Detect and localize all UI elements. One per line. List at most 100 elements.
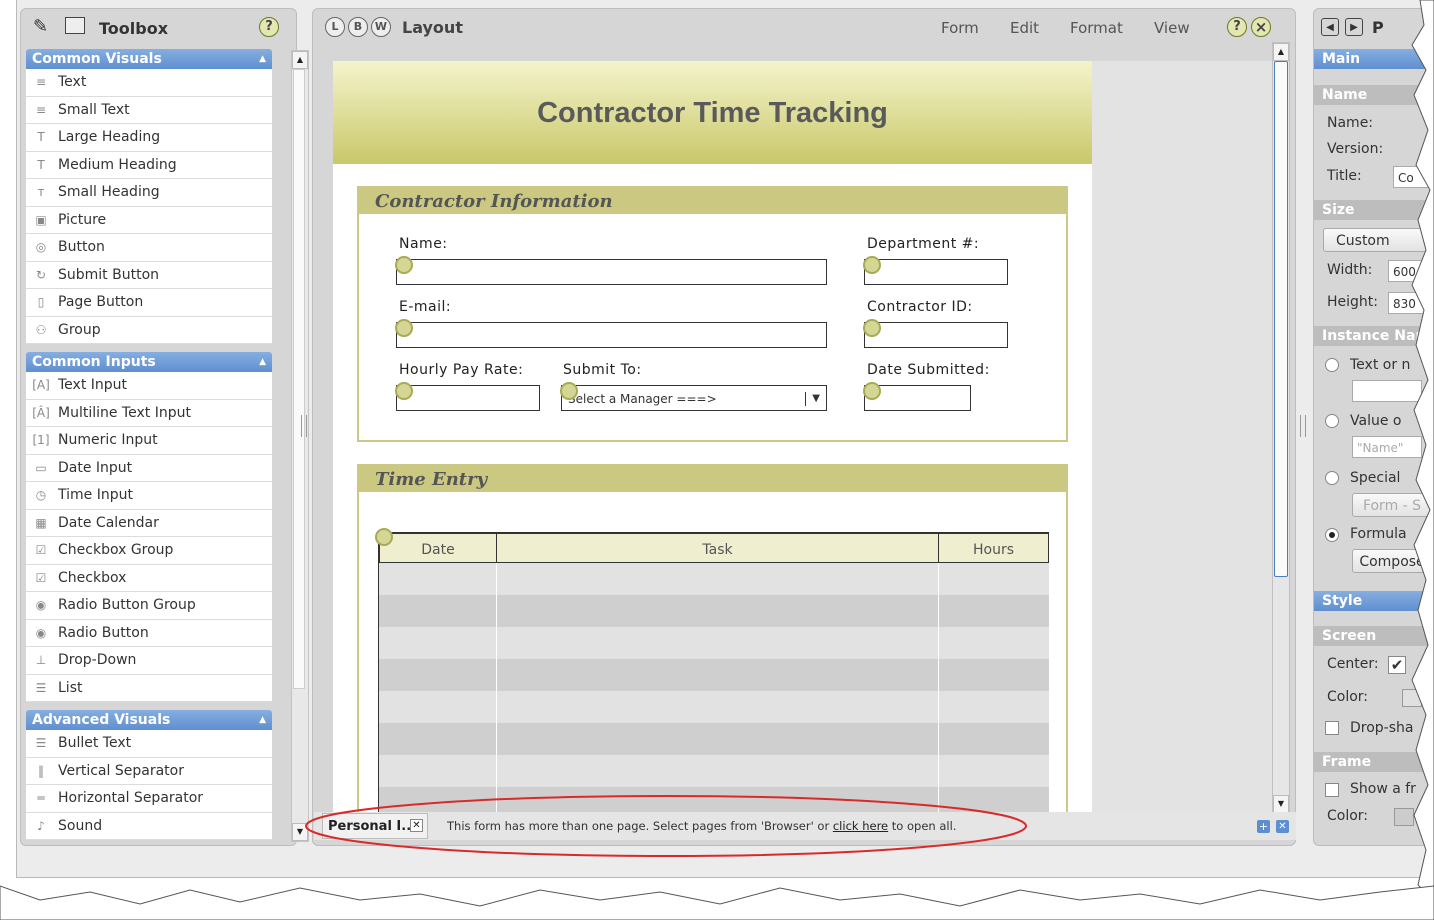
email-input[interactable] — [396, 322, 827, 348]
toolbox-item[interactable]: [Â] Multiline Text Input — [26, 399, 272, 427]
horizontal-separator-icon: ═ — [37, 791, 45, 806]
menu-view[interactable]: View — [1154, 19, 1190, 37]
toolbox-item[interactable]: т Small Heading — [26, 179, 272, 207]
remove-page-icon[interactable]: ✕ — [1276, 820, 1289, 833]
toolbox-scrollbar[interactable]: ▲ ▼ — [291, 50, 309, 842]
splitter-left[interactable] — [301, 415, 307, 437]
toolbox-item[interactable]: [A] Text Input — [26, 372, 272, 400]
toolbox-item[interactable]: ‖ Vertical Separator — [26, 757, 272, 785]
toolbox-item[interactable]: ☰ Bullet Text — [26, 730, 272, 758]
layout-view-w-button[interactable]: W — [371, 17, 391, 37]
add-page-icon[interactable]: + — [1257, 820, 1270, 833]
collapse-arrow-icon[interactable]: ▲ — [259, 352, 266, 372]
lock-icon[interactable] — [863, 382, 881, 400]
scroll-up-icon[interactable]: ▲ — [292, 51, 308, 69]
submit-to-dropdown[interactable]: Select a Manager ===> ▼ — [561, 385, 827, 411]
toolbox-item[interactable]: ☑ Checkbox — [26, 564, 272, 592]
toolbox-item[interactable]: ◉ Radio Button Group — [26, 592, 272, 620]
drop-shadow-checkbox[interactable] — [1325, 721, 1339, 735]
toolbox-item[interactable]: ◷ Time Input — [26, 482, 272, 510]
table-row[interactable] — [379, 563, 1049, 595]
toolbox-item-label: Bullet Text — [58, 735, 132, 752]
table-row[interactable] — [379, 659, 1049, 691]
toolbox-item-label: Small Text — [58, 101, 130, 118]
toolbox-help-icon[interactable]: ? — [259, 17, 279, 37]
toolbox-item[interactable]: ☑ Checkbox Group — [26, 537, 272, 565]
toolbox-item-label: Large Heading — [58, 129, 161, 146]
lock-icon[interactable] — [863, 256, 881, 274]
radio-special[interactable] — [1325, 471, 1339, 485]
email-label: E-mail: — [399, 299, 452, 315]
toolbox-item[interactable]: ◉ Radio Button — [26, 619, 272, 647]
back-icon[interactable]: ◀ — [1321, 18, 1339, 36]
layout-scroll-thumb[interactable] — [1274, 61, 1288, 577]
layout-close-icon[interactable]: × — [1251, 17, 1271, 37]
table-row[interactable] — [379, 595, 1049, 627]
scroll-down-icon[interactable]: ▼ — [1273, 795, 1289, 813]
menu-edit[interactable]: Edit — [1010, 19, 1039, 37]
menu-form[interactable]: Form — [941, 19, 979, 37]
collapse-arrow-icon[interactable]: ▲ — [259, 710, 266, 730]
lock-icon[interactable] — [395, 256, 413, 274]
splitter-right[interactable] — [1300, 415, 1306, 437]
lock-icon[interactable] — [395, 382, 413, 400]
prop-name-label: Name: — [1327, 115, 1374, 131]
lock-icon[interactable] — [560, 382, 578, 400]
toolbox-item[interactable]: ↻ Submit Button — [26, 261, 272, 289]
toolbox-item[interactable]: ♪ Sound — [26, 812, 272, 840]
layout-view-b-button[interactable]: B — [348, 17, 368, 37]
table-row[interactable] — [379, 723, 1049, 755]
contractor-section[interactable]: Contractor Information Name: Department … — [357, 186, 1068, 442]
layout-view-l-button[interactable]: L — [325, 17, 345, 37]
toolbox-category[interactable]: Common Inputs ▲ — [26, 352, 272, 372]
chevron-down-icon[interactable]: ▼ — [805, 392, 820, 406]
show-frame-checkbox[interactable] — [1325, 783, 1339, 797]
toolbox-item[interactable]: ≡ Text — [26, 69, 272, 97]
toolbox-item[interactable]: ⊥ Drop-Down — [26, 647, 272, 675]
toolbox-item[interactable]: ▭ Date Input — [26, 454, 272, 482]
toolbox-item-label: Small Heading — [58, 184, 160, 201]
collapse-arrow-icon[interactable]: ▲ — [259, 49, 266, 69]
toolbox-item[interactable]: [1] Numeric Input — [26, 427, 272, 455]
toolbox-item[interactable]: ▣ Picture — [26, 206, 272, 234]
lock-icon[interactable] — [395, 319, 413, 337]
toolbox-item[interactable]: ⚇ Group — [26, 316, 272, 344]
scroll-up-icon[interactable]: ▲ — [1273, 43, 1289, 61]
layout-scrollbar[interactable]: ▲ ▼ — [1272, 42, 1290, 813]
toolbox-item[interactable]: T Large Heading — [26, 124, 272, 152]
toolbox-scroll-thumb[interactable] — [293, 69, 305, 689]
radio-value[interactable] — [1325, 414, 1339, 428]
toolbox-item[interactable]: ▦ Date Calendar — [26, 509, 272, 537]
toolbox-item[interactable]: ▯ Page Button — [26, 289, 272, 317]
toolbox-tools-icon[interactable]: ✎ — [33, 16, 48, 37]
department-input[interactable] — [864, 259, 1008, 285]
toolbox-item[interactable]: T Medium Heading — [26, 151, 272, 179]
form-banner: Contractor Time Tracking — [333, 61, 1092, 164]
time-entry-table[interactable]: Date Task Hours — [378, 532, 1049, 813]
toolbox-item[interactable]: ≡ Small Text — [26, 96, 272, 124]
time-entry-section[interactable]: Time Entry Date Task Hours — [357, 464, 1068, 813]
table-row[interactable] — [379, 755, 1049, 787]
forward-icon[interactable]: ▶ — [1345, 18, 1363, 36]
table-row[interactable] — [379, 691, 1049, 723]
toolbox-item[interactable]: ◎ Button — [26, 234, 272, 262]
hourly-rate-input[interactable] — [396, 385, 540, 411]
toolbox-item[interactable]: ☰ List — [26, 674, 272, 702]
lock-icon[interactable] — [863, 319, 881, 337]
radio-formula[interactable] — [1325, 528, 1339, 542]
lock-icon[interactable] — [375, 528, 393, 546]
toolbox-item[interactable]: ═ Horizontal Separator — [26, 785, 272, 813]
layout-help-icon[interactable]: ? — [1227, 17, 1247, 37]
toolbox-item-label: Checkbox Group — [58, 542, 174, 559]
time-entry-heading: Time Entry — [359, 466, 1066, 492]
toolbox-category[interactable]: Common Visuals ▲ — [26, 49, 272, 69]
contractor-id-input[interactable] — [864, 322, 1008, 348]
form-title[interactable]: Contractor Time Tracking — [333, 97, 1092, 130]
toolbox-picture-icon[interactable] — [65, 17, 85, 34]
radio-text-or-name[interactable] — [1325, 358, 1339, 372]
menu-format[interactable]: Format — [1070, 19, 1123, 37]
name-input[interactable] — [396, 259, 827, 285]
toolbox-category[interactable]: Advanced Visuals ▲ — [26, 710, 272, 730]
checkbox-icon: ☑ — [35, 570, 47, 585]
table-row[interactable] — [379, 627, 1049, 659]
